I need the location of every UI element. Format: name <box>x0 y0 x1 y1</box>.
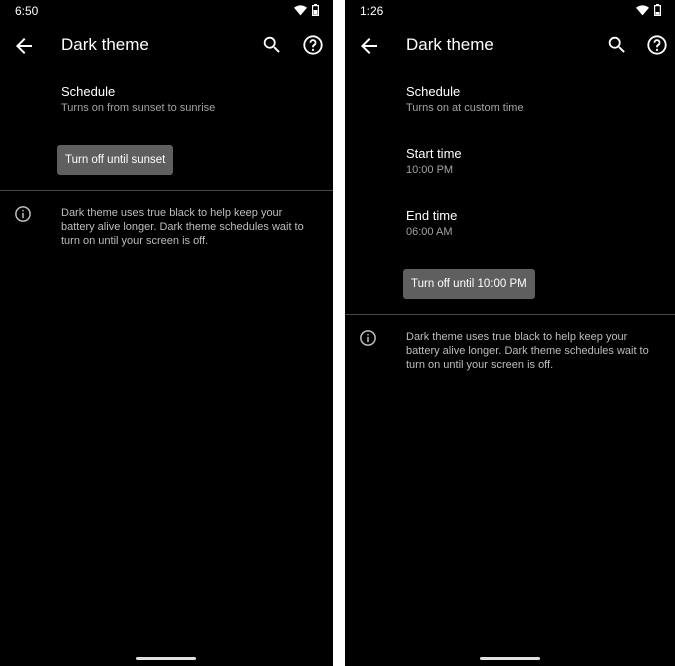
page-title: Dark theme <box>61 35 149 54</box>
info-text: Dark theme uses true black to help keep … <box>406 331 649 371</box>
start-time-value: 10:00 PM <box>406 164 454 176</box>
turn-off-until-time-button[interactable]: Turn off until 10:00 PM <box>403 269 535 299</box>
battery-icon <box>654 4 661 16</box>
wifi-icon <box>636 4 649 15</box>
turn-off-until-sunset-button[interactable]: Turn off until sunset <box>57 145 174 175</box>
end-time-preference[interactable]: End time 06:00 AM <box>406 208 457 238</box>
help-icon[interactable] <box>646 34 668 56</box>
start-time-preference[interactable]: Start time 10:00 PM <box>406 146 462 176</box>
home-indicator[interactable] <box>136 657 196 660</box>
status-icons <box>636 4 661 16</box>
start-time-title: Start time <box>406 146 462 161</box>
info-text: Dark theme uses true black to help keep … <box>61 207 304 247</box>
app-bar: Dark theme <box>345 26 675 64</box>
end-time-title: End time <box>406 208 458 223</box>
left-phone-screen: 6:50 Dark theme Schedule Turns on from s… <box>0 0 333 666</box>
battery-icon <box>312 4 319 16</box>
schedule-title: Schedule <box>61 84 116 99</box>
status-bar: 6:50 <box>0 0 333 22</box>
info-icon <box>15 206 31 222</box>
right-phone-screen: 1:26 Dark theme Schedule Turns on at cus… <box>345 0 675 666</box>
back-arrow-icon[interactable] <box>12 34 36 58</box>
status-time: 6:50 <box>15 4 39 18</box>
schedule-title: Schedule <box>406 84 461 99</box>
page-title: Dark theme <box>406 35 494 54</box>
divider <box>345 314 675 315</box>
search-icon[interactable] <box>606 34 628 56</box>
divider <box>0 190 333 191</box>
status-icons <box>294 4 319 16</box>
app-bar: Dark theme <box>0 26 333 64</box>
status-time: 1:26 <box>360 4 384 18</box>
help-icon[interactable] <box>302 34 324 56</box>
schedule-preference[interactable]: Schedule Turns on at custom time <box>406 84 524 114</box>
status-bar: 1:26 <box>345 0 675 22</box>
back-arrow-icon[interactable] <box>357 34 381 58</box>
schedule-summary: Turns on from sunset to sunrise <box>61 102 216 114</box>
home-indicator[interactable] <box>480 657 540 660</box>
wifi-icon <box>294 4 307 15</box>
schedule-summary: Turns on at custom time <box>406 102 524 114</box>
end-time-value: 06:00 AM <box>406 226 453 238</box>
info-icon <box>360 330 376 346</box>
schedule-preference[interactable]: Schedule Turns on from sunset to sunrise <box>61 84 215 114</box>
search-icon[interactable] <box>261 34 283 56</box>
